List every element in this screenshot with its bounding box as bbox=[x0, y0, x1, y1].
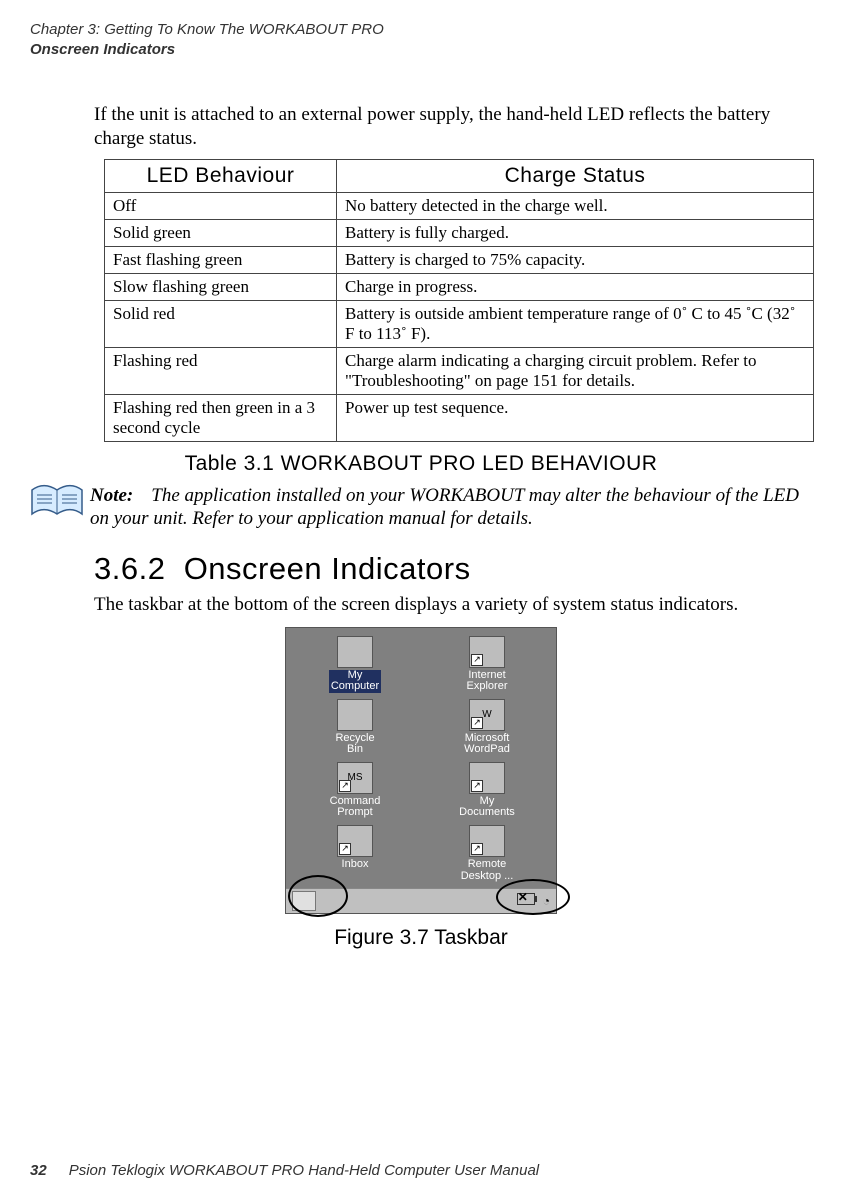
section-number: 3.6.2 bbox=[94, 551, 165, 586]
desktop-icon[interactable]: MyComputer bbox=[292, 636, 418, 693]
figure-caption: Figure 3.7 Taskbar bbox=[30, 926, 812, 950]
desktop-icon-image: ↗ bbox=[469, 762, 505, 794]
table-caption: Table 3.1 WORKABOUT PRO LED BEHAVIOUR bbox=[30, 452, 812, 476]
table-cell: Battery is fully charged. bbox=[337, 219, 814, 246]
table-row: Solid green Battery is fully charged. bbox=[105, 219, 814, 246]
footer-title: Psion Teklogix WORKABOUT PRO Hand-Held C… bbox=[69, 1162, 539, 1179]
table-cell: Off bbox=[105, 192, 337, 219]
table-row: Slow flashing green Charge in progress. bbox=[105, 273, 814, 300]
desktop-icon-label: MicrosoftWordPad bbox=[464, 733, 510, 756]
page-footer: 32 Psion Teklogix WORKABOUT PRO Hand-Held… bbox=[30, 1162, 539, 1179]
shortcut-overlay-icon: ↗ bbox=[471, 717, 483, 729]
desktop-icon-label: InternetExplorer bbox=[467, 670, 508, 693]
desktop-icon-label: CommandPrompt bbox=[330, 796, 381, 819]
note-body: Note:The application installed on your W… bbox=[90, 484, 812, 532]
table-cell: Charge in progress. bbox=[337, 273, 814, 300]
callout-circle-start bbox=[288, 875, 348, 917]
desktop-icon-image bbox=[337, 636, 373, 668]
desktop-icon[interactable]: ↗ RemoteDesktop ... bbox=[424, 825, 550, 882]
table-cell: Solid red bbox=[105, 300, 337, 347]
desktop-icon-image: ↗ bbox=[337, 825, 373, 857]
figure-desktop: MyComputer↗InternetExplorerRecycleBinW↗M… bbox=[285, 627, 557, 914]
desktop-icon-image: MS↗ bbox=[337, 762, 373, 794]
table-row: Off No battery detected in the charge we… bbox=[105, 192, 814, 219]
desktop-icon-image: ↗ bbox=[469, 636, 505, 668]
desktop-icon-label: Inbox bbox=[342, 859, 369, 871]
table-cell: Flashing red then green in a 3 second cy… bbox=[105, 394, 337, 441]
table-header-col2: Charge Status bbox=[337, 159, 814, 192]
desktop-icon[interactable]: ↗ InternetExplorer bbox=[424, 636, 550, 693]
desktop-icon-label: MyComputer bbox=[329, 670, 381, 693]
section-paragraph: The taskbar at the bottom of the screen … bbox=[94, 593, 812, 617]
desktop-icon-label: MyDocuments bbox=[459, 796, 515, 819]
desktop-icon[interactable]: RecycleBin bbox=[292, 699, 418, 756]
table-cell: Flashing red bbox=[105, 347, 337, 394]
note-book-icon bbox=[30, 484, 84, 520]
running-header-chapter: Chapter 3: Getting To Know The WORKABOUT… bbox=[30, 20, 812, 40]
desktop-icon-image bbox=[337, 699, 373, 731]
desktop-icon-image: W↗ bbox=[469, 699, 505, 731]
table-row: Flashing red Charge alarm indicating a c… bbox=[105, 347, 814, 394]
table-row: Solid red Battery is outside ambient tem… bbox=[105, 300, 814, 347]
table-row: Flashing red then green in a 3 second cy… bbox=[105, 394, 814, 441]
desktop-icon-label: RemoteDesktop ... bbox=[461, 859, 514, 882]
shortcut-overlay-icon: ↗ bbox=[471, 780, 483, 792]
table-header-col1: LED Behaviour bbox=[105, 159, 337, 192]
table-cell: Battery is outside ambient temperature r… bbox=[337, 300, 814, 347]
table-row: Fast flashing green Battery is charged t… bbox=[105, 246, 814, 273]
shortcut-overlay-icon: ↗ bbox=[471, 654, 483, 666]
desktop-icon[interactable]: ↗ Inbox bbox=[292, 825, 418, 882]
desktop-icon[interactable]: MS↗CommandPrompt bbox=[292, 762, 418, 819]
note-text: The application installed on your WORKAB… bbox=[90, 485, 799, 530]
running-header-section: Onscreen Indicators bbox=[30, 41, 175, 58]
shortcut-overlay-icon: ↗ bbox=[339, 780, 351, 792]
desktop-icon-label: RecycleBin bbox=[335, 733, 374, 756]
shortcut-overlay-icon: ↗ bbox=[471, 843, 483, 855]
intro-paragraph: If the unit is attached to an external p… bbox=[94, 103, 812, 151]
desktop-icon[interactable]: ↗ MyDocuments bbox=[424, 762, 550, 819]
table-cell: Fast flashing green bbox=[105, 246, 337, 273]
desktop-icon[interactable]: W↗MicrosoftWordPad bbox=[424, 699, 550, 756]
table-cell: Power up test sequence. bbox=[337, 394, 814, 441]
running-header: Chapter 3: Getting To Know The WORKABOUT… bbox=[30, 20, 812, 59]
page-number: 32 bbox=[30, 1162, 47, 1179]
table-cell: Slow flashing green bbox=[105, 273, 337, 300]
section-title: Onscreen Indicators bbox=[184, 551, 471, 586]
table-cell: Battery is charged to 75% capacity. bbox=[337, 246, 814, 273]
led-behaviour-table: LED Behaviour Charge Status Off No batte… bbox=[104, 159, 814, 442]
shortcut-overlay-icon: ↗ bbox=[339, 843, 351, 855]
table-cell: Solid green bbox=[105, 219, 337, 246]
callout-circle-tray bbox=[496, 879, 570, 915]
section-heading: 3.6.2 Onscreen Indicators bbox=[94, 551, 812, 587]
table-cell: No battery detected in the charge well. bbox=[337, 192, 814, 219]
table-cell: Charge alarm indicating a charging circu… bbox=[337, 347, 814, 394]
desktop-icon-image: ↗ bbox=[469, 825, 505, 857]
note-label: Note: bbox=[90, 485, 133, 506]
